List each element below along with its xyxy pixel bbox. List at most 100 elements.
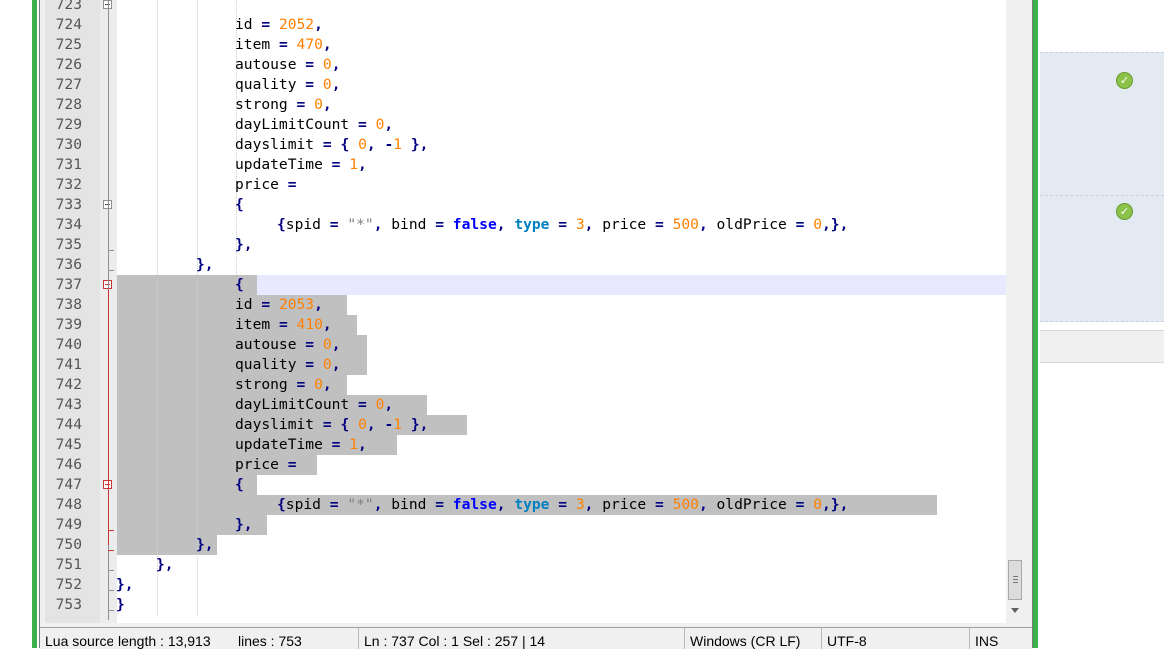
code-text: item = 410,: [235, 316, 332, 333]
line-number: 745: [55, 436, 82, 453]
code-line[interactable]: 742 strong = 0,: [45, 375, 1006, 395]
code-line[interactable]: 737 {: [45, 275, 1006, 295]
background-strip: [1040, 330, 1164, 363]
code-text: id = 2053,: [235, 296, 323, 313]
line-number: 741: [55, 356, 82, 373]
line-number: 743: [55, 396, 82, 413]
scrollbar-thumb[interactable]: [1008, 560, 1022, 600]
line-number: 744: [55, 416, 82, 433]
line-number: 737: [55, 276, 82, 293]
code-text: quality = 0,: [235, 356, 341, 373]
code-text: strong = 0,: [235, 376, 332, 393]
code-text: },: [156, 556, 174, 573]
status-bar: Lua source file length : 13,913 lines : …: [40, 627, 1032, 649]
code-line[interactable]: 748 {spid = "*", bind = false, type = 3, …: [45, 495, 1006, 515]
code-line[interactable]: 747 {: [45, 475, 1006, 495]
code-line[interactable]: 753}: [45, 595, 1006, 615]
fold-end-mark: [108, 550, 114, 551]
line-number: 735: [55, 236, 82, 253]
code-line[interactable]: 732 price =: [45, 175, 1006, 195]
status-eol[interactable]: Windows (CR LF): [684, 628, 821, 649]
code-line[interactable]: 723: [45, 0, 1006, 15]
scroll-down-arrow-icon[interactable]: [1011, 608, 1019, 613]
fold-end-mark: [108, 270, 114, 271]
code-text: dayLimitCount = 0,: [235, 396, 394, 413]
background-list-item[interactable]: [1040, 195, 1164, 322]
code-line[interactable]: 744 dayslimit = { 0, -1 },: [45, 415, 1006, 435]
code-line[interactable]: 751},: [45, 555, 1006, 575]
code-text: {spid = "*", bind = false, type = 3, pri…: [277, 216, 849, 233]
code-line[interactable]: 741 quality = 0,: [45, 355, 1006, 375]
background-list-item[interactable]: [1040, 52, 1164, 196]
code-line[interactable]: 746 price =: [45, 455, 1006, 475]
fold-end-mark: [108, 590, 114, 591]
code-line[interactable]: 739 item = 410,: [45, 315, 1006, 335]
code-line[interactable]: 734 {spid = "*", bind = false, type = 3, …: [45, 215, 1006, 235]
background-app-panel: ✓ ✓: [1040, 0, 1164, 648]
line-number: 734: [55, 216, 82, 233]
fold-end-mark: [108, 530, 114, 531]
line-number: 747: [55, 476, 82, 493]
code-line[interactable]: 740 autouse = 0,: [45, 335, 1006, 355]
code-text: {spid = "*", bind = false, type = 3, pri…: [277, 496, 849, 513]
code-line[interactable]: 728 strong = 0,: [45, 95, 1006, 115]
line-number: 750: [55, 536, 82, 553]
line-number: 725: [55, 36, 82, 53]
code-line[interactable]: 729 dayLimitCount = 0,: [45, 115, 1006, 135]
code-line[interactable]: 724 id = 2052,: [45, 15, 1006, 35]
window-frame-right: [1033, 0, 1038, 648]
code-line[interactable]: 749},: [45, 515, 1006, 535]
code-text: updateTime = 1,: [235, 436, 367, 453]
fold-end-mark: [108, 570, 114, 571]
code-line[interactable]: 731 updateTime = 1,: [45, 155, 1006, 175]
line-number: 738: [55, 296, 82, 313]
fold-line-selected: [108, 289, 109, 545]
code-text: price =: [235, 176, 297, 193]
line-number: 751: [55, 556, 82, 573]
code-text: },: [196, 536, 214, 553]
code-text: {: [235, 196, 244, 213]
code-line[interactable]: 725 item = 470,: [45, 35, 1006, 55]
fold-end-mark: [108, 610, 114, 611]
line-number: 732: [55, 176, 82, 193]
code-line[interactable]: 736},: [45, 255, 1006, 275]
code-text: }: [116, 596, 125, 613]
code-text: dayslimit = { 0, -1 },: [235, 416, 429, 433]
code-text: autouse = 0,: [235, 336, 341, 353]
code-text: strong = 0,: [235, 96, 332, 113]
code-text: autouse = 0,: [235, 56, 341, 73]
code-editor[interactable]: 723 724 id = 2052, 725 item = 470, 726 autouse…: [45, 0, 1006, 623]
code-line[interactable]: 745 updateTime = 1,: [45, 435, 1006, 455]
line-number: 748: [55, 496, 82, 513]
status-lines: lines : 753: [238, 633, 302, 649]
line-number: 727: [55, 76, 82, 93]
code-text: updateTime = 1,: [235, 156, 367, 173]
code-text: },: [116, 576, 134, 593]
line-number: 728: [55, 96, 82, 113]
line-number: 740: [55, 336, 82, 353]
line-number: 736: [55, 256, 82, 273]
code-line[interactable]: 738 id = 2053,: [45, 295, 1006, 315]
window-frame-left: [32, 0, 37, 648]
code-text: },: [235, 236, 253, 253]
code-line[interactable]: 727 quality = 0,: [45, 75, 1006, 95]
code-line[interactable]: 735},: [45, 235, 1006, 255]
code-text: item = 470,: [235, 36, 332, 53]
line-number: 749: [55, 516, 82, 533]
code-line[interactable]: 750},: [45, 535, 1006, 555]
code-line[interactable]: 726 autouse = 0,: [45, 55, 1006, 75]
line-number: 752: [55, 576, 82, 593]
code-line[interactable]: 730 dayslimit = { 0, -1 },: [45, 135, 1006, 155]
status-insert-mode[interactable]: INS: [969, 628, 1017, 649]
line-number: 729: [55, 116, 82, 133]
vertical-scrollbar[interactable]: [1006, 0, 1024, 623]
code-text: id = 2052,: [235, 16, 323, 33]
code-text: {: [235, 276, 244, 293]
line-number: 726: [55, 56, 82, 73]
line-number: 753: [55, 596, 82, 613]
line-number: 742: [55, 376, 82, 393]
status-encoding[interactable]: UTF-8: [821, 628, 969, 649]
code-line[interactable]: 752},: [45, 575, 1006, 595]
code-line[interactable]: 743 dayLimitCount = 0,: [45, 395, 1006, 415]
code-line[interactable]: 733 {: [45, 195, 1006, 215]
